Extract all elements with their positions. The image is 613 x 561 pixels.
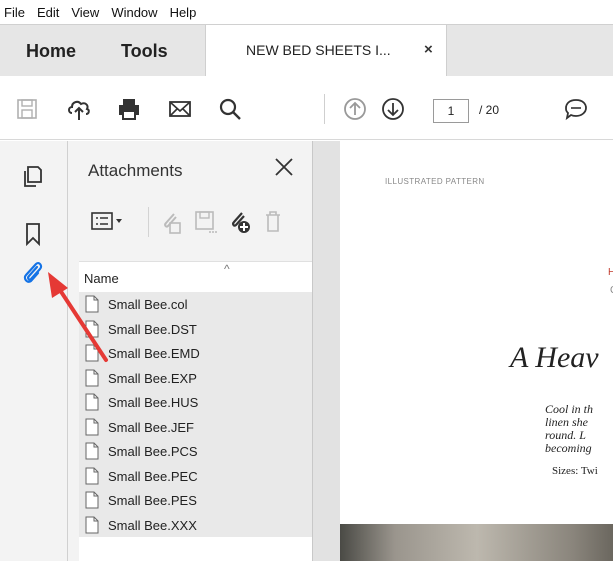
email-icon[interactable] (167, 96, 193, 122)
file-icon (85, 467, 99, 484)
bookmark-icon[interactable] (20, 221, 46, 247)
print-icon[interactable] (116, 96, 142, 122)
save-icon[interactable] (14, 96, 40, 122)
document-red-text: H (608, 267, 613, 278)
comment-icon[interactable] (563, 96, 589, 122)
attachment-paperclip-icon[interactable] (20, 259, 46, 285)
tab-tools[interactable]: Tools (121, 25, 168, 77)
toolbar-separator (148, 207, 149, 237)
document-view[interactable]: ILLUSTRATED PATTERN H C A Heav Cool in t… (312, 141, 613, 561)
file-name: Small Bee.EXP (108, 370, 197, 386)
file-icon (85, 442, 99, 460)
tab-close-button[interactable]: × (424, 41, 433, 58)
add-attachment-icon[interactable] (226, 207, 252, 235)
attachment-rows: Small Bee.col Small Bee.DST Small Bee.EMD S… (79, 292, 312, 537)
file-name: Small Bee.PEC (108, 468, 198, 484)
delete-icon[interactable] (260, 207, 286, 235)
document-heading: A Heav (510, 341, 599, 374)
list-item[interactable]: Small Bee.PES (79, 488, 312, 513)
file-name: Small Bee.JEF (108, 419, 194, 435)
file-icon (85, 320, 99, 337)
list-item[interactable]: Small Bee.DST (79, 316, 312, 341)
document-label: ILLUSTRATED PATTERN (385, 177, 485, 186)
page-down-icon[interactable] (380, 96, 406, 122)
menu-edit[interactable]: Edit (37, 5, 59, 20)
file-icon (85, 491, 99, 509)
list-item[interactable]: Small Bee.PEC (79, 463, 312, 488)
list-item[interactable]: Small Bee.PCS (79, 439, 312, 464)
tab-document[interactable]: NEW BED SHEETS I... × (205, 25, 447, 77)
options-menu-icon[interactable] (90, 207, 124, 235)
list-item[interactable]: Small Bee.XXX (79, 512, 312, 537)
document-page: ILLUSTRATED PATTERN H C A Heav Cool in t… (340, 141, 613, 561)
file-icon (85, 344, 99, 362)
tab-home[interactable]: Home (26, 25, 76, 77)
tab-document-title: NEW BED SHEETS I... (246, 42, 391, 58)
list-item[interactable]: Small Bee.EXP (79, 365, 312, 390)
search-icon[interactable] (217, 96, 243, 122)
open-attachment-icon[interactable] (158, 207, 184, 235)
menu-window[interactable]: Window (111, 5, 157, 20)
menu-help[interactable]: Help (170, 5, 197, 20)
list-item[interactable]: Small Bee.JEF (79, 414, 312, 439)
save-attachment-icon[interactable] (192, 207, 218, 235)
document-body: Cool in th linen she round. L becoming (545, 403, 593, 455)
attachments-toolbar (84, 201, 312, 245)
list-item[interactable]: Small Bee.HUS (79, 390, 312, 415)
attachments-panel: Attachments Name ^ Small Bee.col Small B… (68, 141, 312, 561)
close-icon[interactable] (272, 155, 296, 179)
upload-cloud-icon[interactable] (66, 96, 92, 122)
page-total: / 20 (479, 103, 500, 117)
panel-title: Attachments (88, 161, 183, 180)
file-icon (85, 516, 99, 533)
file-icon (85, 295, 99, 313)
file-icon (85, 393, 99, 411)
toolbar: 1 / 20 (0, 76, 613, 140)
sort-indicator: ^ (224, 262, 230, 276)
page-up-icon[interactable] (342, 96, 368, 122)
document-photo (340, 524, 613, 561)
file-icon (85, 369, 99, 386)
page-number-input[interactable]: 1 (433, 99, 469, 123)
file-icon (85, 418, 99, 435)
file-name: Small Bee.col (108, 297, 188, 312)
toolbar-separator (324, 94, 325, 124)
navigation-rail (0, 141, 68, 561)
menu-bar: File Edit View Window Help (0, 0, 613, 24)
list-item[interactable]: Small Bee.EMD (79, 341, 312, 366)
body-line: becoming (545, 441, 592, 455)
menu-file[interactable]: File (4, 5, 25, 20)
list-item[interactable]: Small Bee.col (79, 292, 312, 317)
file-name: Small Bee.PCS (108, 444, 198, 459)
file-name: Small Bee.DST (108, 321, 197, 337)
file-name: Small Bee.XXX (108, 517, 197, 533)
file-name: Small Bee.PES (108, 493, 197, 508)
file-name: Small Bee.HUS (108, 395, 199, 410)
pages-icon[interactable] (20, 163, 46, 189)
menu-view[interactable]: View (71, 5, 99, 20)
tab-bar: Home Tools NEW BED SHEETS I... × (0, 24, 613, 77)
attachments-list: Name ^ Small Bee.col Small Bee.DST Small B… (79, 261, 312, 561)
file-name: Small Bee.EMD (108, 346, 200, 361)
column-name[interactable]: Name (84, 271, 119, 286)
list-header[interactable]: Name ^ (79, 262, 312, 290)
document-sizes: Sizes: Twi (552, 465, 598, 477)
